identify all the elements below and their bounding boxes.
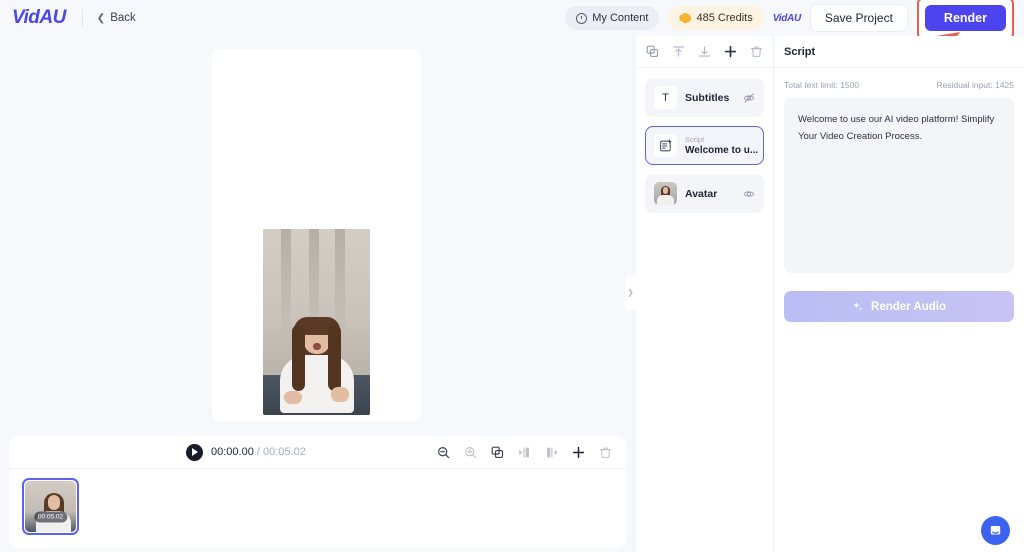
video-preview-card[interactable] bbox=[212, 49, 421, 421]
clock-icon bbox=[576, 12, 588, 24]
thumb-avatar-shirt bbox=[657, 195, 674, 205]
credits-label: 485 Credits bbox=[696, 12, 753, 24]
clip-thumbnail: 00:05.02 bbox=[25, 481, 76, 532]
align-top-icon[interactable] bbox=[672, 45, 685, 58]
timecode: 00:00.00 / 00:05.02 bbox=[211, 446, 306, 458]
my-content-label: My Content bbox=[592, 12, 649, 24]
time-separator: / bbox=[256, 446, 260, 458]
align-bottom-icon[interactable] bbox=[698, 45, 711, 58]
duplicate-icon[interactable] bbox=[491, 446, 504, 459]
clip-avatar-face bbox=[48, 495, 60, 510]
zoom-in-icon[interactable] bbox=[464, 446, 477, 459]
timeline-clip[interactable]: 00:05.02 bbox=[22, 478, 79, 535]
header-actions: My Content 485 Credits VidAU Save Projec… bbox=[565, 0, 1024, 39]
layer-item-avatar[interactable]: Avatar bbox=[645, 174, 764, 213]
vidau-logo[interactable]: VidAU bbox=[12, 7, 66, 29]
add-icon[interactable] bbox=[572, 446, 585, 459]
chat-support-button[interactable] bbox=[981, 516, 1010, 545]
clip-duration-badge: 00:05.02 bbox=[33, 511, 68, 523]
avatar-hair-left bbox=[292, 325, 305, 391]
trash-icon[interactable] bbox=[750, 45, 763, 58]
back-button[interactable]: ❮ Back bbox=[97, 12, 136, 24]
render-button-label: Render bbox=[943, 10, 987, 25]
sparkle-icon bbox=[853, 301, 863, 310]
timeline-toolbar: 00:00.00 / 00:05.02 bbox=[9, 436, 626, 469]
script-panel-title: Script bbox=[774, 36, 1024, 68]
render-audio-button[interactable]: Render Audio bbox=[784, 291, 1014, 322]
timeline-track[interactable]: 00:05.02 bbox=[9, 469, 626, 547]
avatar-hand-right bbox=[331, 387, 349, 402]
layers-panel: T Subtitles Script Welcome to u... Avata… bbox=[636, 36, 774, 552]
chevron-right-icon: ❯ bbox=[627, 288, 634, 297]
residual-input: Residual input: 1425 bbox=[936, 80, 1014, 90]
layer-label-avatar: Avatar bbox=[685, 187, 718, 200]
script-textarea[interactable]: Welcome to use our AI video platform! Si… bbox=[784, 98, 1014, 273]
total-time: 00:05.02 bbox=[263, 446, 306, 458]
my-content-button[interactable]: My Content bbox=[565, 6, 660, 30]
save-project-label: Save Project bbox=[824, 11, 893, 25]
script-icon bbox=[659, 139, 671, 151]
copy-icon[interactable] bbox=[646, 45, 659, 58]
app-header: VidAU ❮ Back My Content 485 Credits VidA… bbox=[0, 0, 1024, 39]
render-audio-label: Render Audio bbox=[871, 300, 946, 313]
thumb-avatar-face bbox=[663, 187, 668, 194]
chevron-left-icon: ❮ bbox=[96, 12, 106, 24]
script-limits: Total text limit: 1500 Residual input: 1… bbox=[784, 80, 1014, 90]
render-button[interactable]: Render bbox=[924, 4, 1006, 31]
trim-right-icon[interactable] bbox=[545, 446, 558, 459]
current-time: 00:00.00 bbox=[211, 446, 254, 458]
layer-item-subtitles[interactable]: T Subtitles bbox=[645, 78, 764, 117]
plus-icon[interactable] bbox=[724, 45, 737, 58]
layer-items: T Subtitles Script Welcome to u... Avata… bbox=[636, 68, 773, 213]
coin-icon bbox=[679, 12, 692, 24]
layer-item-script[interactable]: Script Welcome to u... bbox=[645, 126, 764, 165]
total-text-limit: Total text limit: 1500 bbox=[784, 80, 860, 90]
panel-collapse-handle[interactable]: ❯ bbox=[625, 275, 636, 310]
script-thumbnail bbox=[654, 134, 677, 157]
render-button-annotation-box: Render bbox=[916, 0, 1014, 39]
avatar-mouth bbox=[313, 343, 321, 350]
app-root: VidAU ❮ Back My Content 485 Credits VidA… bbox=[0, 0, 1024, 552]
avatar-hand-left bbox=[284, 391, 302, 404]
header-divider bbox=[81, 9, 83, 27]
layer-label-script: Welcome to u... bbox=[685, 144, 759, 156]
layer-sublabel-script: Script bbox=[685, 134, 705, 144]
eye-hidden-icon[interactable] bbox=[743, 92, 755, 104]
timeline-tools bbox=[437, 446, 612, 459]
layer-script-text: Script Welcome to u... bbox=[685, 135, 758, 157]
avatar-thumbnail bbox=[654, 182, 677, 205]
play-button[interactable] bbox=[186, 443, 203, 461]
text-glyph-icon: T bbox=[662, 91, 669, 104]
save-project-button[interactable]: Save Project bbox=[809, 4, 908, 32]
trim-left-icon[interactable] bbox=[518, 446, 531, 459]
script-panel: Script Total text limit: 1500 Residual i… bbox=[774, 36, 1024, 552]
canvas-area: ! It's not the final video yet, To get a… bbox=[0, 36, 632, 552]
subtitles-thumbnail: T bbox=[654, 86, 677, 109]
delete-icon[interactable] bbox=[599, 446, 612, 459]
video-preview[interactable] bbox=[263, 229, 370, 415]
wall-streak bbox=[281, 229, 291, 345]
chat-icon bbox=[990, 526, 1001, 535]
vidau-badge[interactable]: VidAU bbox=[773, 13, 801, 24]
layers-toolbar bbox=[636, 36, 773, 68]
avatar-hair-right bbox=[328, 325, 341, 391]
timeline-panel: 00:00.00 / 00:05.02 00:05.02 bbox=[9, 436, 626, 548]
back-button-label: Back bbox=[110, 12, 136, 24]
layer-label-subtitles: Subtitles bbox=[685, 91, 730, 104]
script-panel-body: Total text limit: 1500 Residual input: 1… bbox=[774, 68, 1024, 322]
zoom-out-icon[interactable] bbox=[437, 446, 450, 459]
credits-button[interactable]: 485 Credits bbox=[668, 6, 764, 30]
eye-visible-icon[interactable] bbox=[743, 188, 755, 200]
